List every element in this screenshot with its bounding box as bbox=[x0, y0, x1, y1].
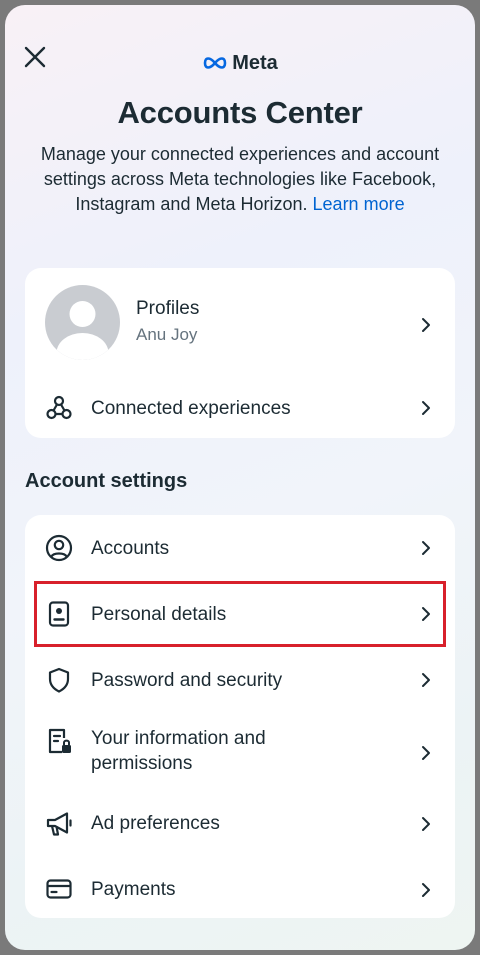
profile-name: Anu Joy bbox=[136, 325, 198, 344]
settings-item-label: Personal details bbox=[91, 604, 227, 625]
chevron-right-icon bbox=[422, 318, 430, 332]
profiles-card: Profiles Anu Joy Connected experiences bbox=[25, 268, 455, 438]
chevron-right-icon bbox=[422, 746, 430, 760]
settings-item-personal-details[interactable]: Personal details bbox=[25, 581, 455, 647]
chevron-right-icon bbox=[422, 607, 430, 621]
connected-experiences-icon bbox=[45, 394, 73, 422]
profiles-label: Profiles bbox=[136, 298, 200, 319]
profiles-row[interactable]: Profiles Anu Joy bbox=[25, 268, 455, 378]
meta-infinity-icon bbox=[203, 57, 227, 69]
chevron-right-icon bbox=[422, 817, 430, 831]
chevron-right-icon bbox=[422, 541, 430, 555]
user-circle-icon bbox=[45, 534, 73, 562]
settings-item-label: Your information and permissions bbox=[91, 728, 266, 774]
id-card-icon bbox=[45, 600, 73, 628]
accounts-center-sheet: Meta Accounts Center Manage your connect… bbox=[5, 5, 475, 950]
chevron-right-icon bbox=[422, 883, 430, 897]
page-title: Accounts Center bbox=[117, 95, 363, 130]
megaphone-icon bbox=[45, 810, 73, 838]
settings-item-payments[interactable]: Payments bbox=[25, 855, 455, 918]
settings-item-label: Password and security bbox=[91, 670, 283, 691]
account-settings-card: Accounts Personal details Password and s… bbox=[25, 515, 455, 918]
connected-experiences-label: Connected experiences bbox=[91, 398, 291, 419]
settings-item-accounts[interactable]: Accounts bbox=[25, 515, 455, 581]
default-avatar-icon bbox=[56, 301, 109, 360]
settings-item-label: Ad preferences bbox=[91, 813, 220, 834]
shield-icon bbox=[45, 666, 73, 694]
page-description: Manage your connected experiences and ac… bbox=[29, 142, 451, 217]
document-lock-icon bbox=[45, 727, 73, 755]
avatar bbox=[45, 285, 120, 360]
settings-item-your-information[interactable]: Your information and permissions bbox=[25, 713, 455, 793]
section-title: Account settings bbox=[25, 470, 188, 492]
chevron-right-icon bbox=[422, 673, 430, 687]
settings-item-password-security[interactable]: Password and security bbox=[25, 647, 455, 713]
meta-brand: Meta bbox=[5, 49, 475, 77]
learn-more-link[interactable]: Learn more bbox=[313, 194, 405, 214]
settings-item-ad-preferences[interactable]: Ad preferences bbox=[25, 793, 455, 855]
connected-experiences-row[interactable]: Connected experiences bbox=[25, 378, 455, 438]
chevron-right-icon bbox=[422, 401, 430, 415]
settings-item-label: Accounts bbox=[91, 538, 170, 559]
brand-name: Meta bbox=[232, 51, 278, 74]
settings-item-label: Payments bbox=[91, 879, 176, 900]
credit-card-icon bbox=[45, 875, 73, 903]
